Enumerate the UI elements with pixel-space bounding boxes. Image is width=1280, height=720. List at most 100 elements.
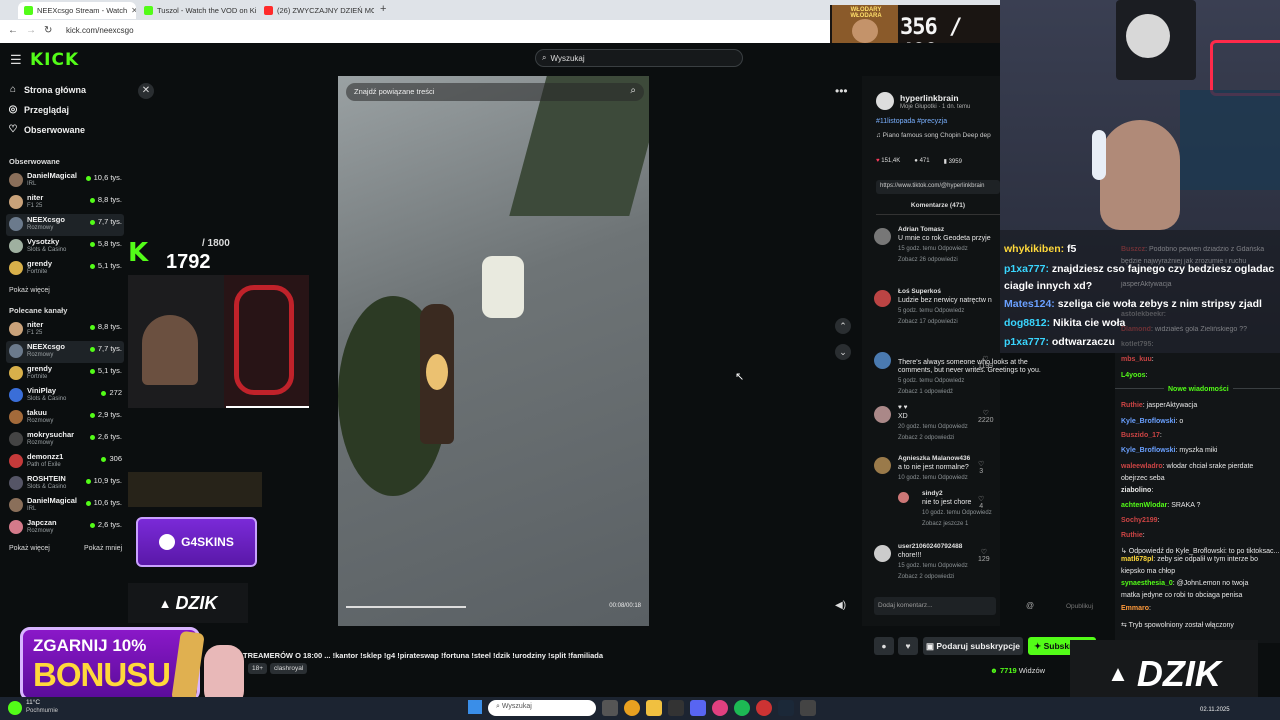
chrome-icon[interactable] [624,700,640,716]
obs-icon[interactable] [756,700,772,716]
chat-username[interactable]: Ruthie [1121,402,1143,409]
sidebar-channel-danielmagical[interactable]: DanielMagical IRL 10,6 tys. [6,495,124,517]
reload-icon[interactable]: ↻ [44,25,52,36]
menu-icon[interactable]: ☰ [10,52,22,68]
video-search-input[interactable]: Znajdź powiązane treści ⌕ [346,83,644,101]
chat-username[interactable]: Buszido_17 [1121,432,1160,439]
comment-input[interactable]: Dodaj komentarz... @ [874,597,1034,615]
windows-start-icon[interactable] [468,700,482,714]
chat-username[interactable]: astolekbeekr [1121,311,1164,318]
view-replies-link[interactable]: Zobacz 2 odpowiedzi [898,435,954,441]
sidebar-channel-neexcsgo[interactable]: NEEXcsgo Rozmowy 7,7 tys. [6,214,124,236]
discord-icon[interactable] [690,700,706,716]
sidebar-channel-takuu[interactable]: takuu Rozmowy 2,9 tys. [6,407,124,429]
sidebar-channel-japczan[interactable]: Japczan Rozmowy 2,6 tys. [6,517,124,539]
comment-item[interactable]: user21060240792488 chore!!! 15 godz. temu … [874,543,999,583]
chat-username[interactable]: ziabolino [1121,487,1151,494]
taskbar-search[interactable]: ⌕ Wyszukaj [488,700,596,716]
chevron-down-icon[interactable]: ⌄ [835,344,851,360]
view-replies-link[interactable]: Zobacz 17 odpowiedzi [898,319,958,325]
sidebar-channel-viniplay[interactable]: ViniPlay Slots & Casino 272 [6,385,124,407]
browser-tab-tuszol[interactable]: Tuszol - Watch the VOD on Kick ✕ [138,2,256,19]
task-view-icon[interactable] [602,700,618,716]
like-count[interactable]: ♡ 1199 [978,355,993,370]
new-tab-icon[interactable]: + [380,3,386,15]
chat-username[interactable]: synaesthesia_0 [1121,580,1173,587]
like-count[interactable]: ♡ 2220 [978,409,994,424]
kick-logo[interactable]: KICK [30,50,79,70]
sidebar-channel-niter[interactable]: niter F1 25 8,8 tys. [6,192,124,214]
sidebar-channel-roshtein[interactable]: ROSHTEIN Slots & Casino 10,9 tys. [6,473,124,495]
chat-username[interactable]: Buszcz [1121,246,1145,253]
like-count[interactable]: ♡ 4 [978,495,984,510]
comment-stat[interactable]: ● 471 [914,158,929,165]
chat-username[interactable]: Ruthie [1121,532,1143,539]
g4skins-banner[interactable]: G4SKINS [136,517,257,567]
like-stat[interactable]: ♥ 151,4K [876,158,900,165]
tags[interactable]: #11listopada #precyzja [876,118,947,125]
tag-category[interactable]: clashroyal [270,663,308,674]
sidebar-channel-grendy[interactable]: grendy Fortnite 5,1 tys. [6,258,124,280]
mention-icon[interactable]: @ [1026,601,1034,610]
app-icon[interactable] [800,700,816,716]
gift-subscription-button[interactable]: ▣ Podaruj subskrypcje [923,637,1023,655]
chat-username[interactable]: waleewladro [1121,463,1163,470]
chat-username[interactable]: matl678pl [1121,556,1153,563]
author-name[interactable]: hyperlinkbrain [900,93,959,103]
like-count[interactable]: ♡ 3 [978,460,984,475]
comment-item[interactable]: Łoś Superkoś Ludzie bez nerwicy natręctw … [874,288,999,328]
follow-button[interactable]: ♥ [898,637,918,655]
app-icon[interactable] [712,700,728,716]
terminal-icon[interactable] [668,700,684,716]
chat-username[interactable]: mbs_kuu [1121,356,1152,363]
save-stat[interactable]: ▮ 3959 [944,158,962,165]
view-replies-link[interactable]: Zobacz 26 odpowiedzi [898,257,958,263]
view-replies-link[interactable]: Zobacz 1 odpowiedź [898,389,953,395]
chat-username[interactable]: Kyle_Broflowski [1121,418,1175,425]
comment-item[interactable]: sindy2 nie to jest chore 10 godz. temu Odp… [898,490,1023,530]
comments-tab[interactable]: Komentarze (471) [876,202,1000,209]
chat-username[interactable]: achtenWlodar [1121,502,1167,509]
publish-button[interactable]: Opublikuj [1066,603,1093,610]
tag-18plus[interactable]: 18+ [248,663,268,674]
like-count[interactable]: ♡ 129 [978,548,990,563]
comment-item[interactable]: ♥ ♥ XD 20 godz. temu Odpowiedz Zobacz 2 odp… [874,404,999,444]
video-link[interactable]: https://www.tiktok.com/@hyperlinkbrain [876,180,1000,194]
more-options-icon[interactable]: ••• [835,84,848,98]
notification-button[interactable]: ● [874,637,894,655]
url-field[interactable]: kick.com/neexcsgo [66,26,134,35]
view-replies-link[interactable]: Zobacz 2 odpowiedzi [898,574,954,580]
search-input[interactable]: ⌕ Wyszukaj [535,49,743,67]
sidebar-channel-vysotzky[interactable]: Vysotzky Slots & Casino 5,8 tys. [6,236,124,258]
spotify-icon[interactable] [734,700,750,716]
chat-username[interactable]: Dlamond [1121,326,1151,333]
browser-tab-youtube[interactable]: (26) ZWYCZAJNY DZIEŃ MOJE ✕ [258,2,374,19]
comment-item[interactable]: There's always someone who looks at the c… [874,350,1041,395]
close-icon[interactable]: ✕ [131,6,136,15]
chat-username[interactable]: L4yoos [1121,372,1146,379]
browser-tab-neexcsgo[interactable]: NEEXcsgo Stream - Watch ✕ [18,2,136,19]
music-label[interactable]: ♫ Piano famous song Chopin Deep dep [876,132,991,139]
view-replies-link[interactable]: Zobacz jeszcze 1 [922,521,968,527]
tiktok-video[interactable]: Znajdź powiązane treści ⌕ 00:08/00:18 [338,76,649,626]
sidebar-channel-demonzz1[interactable]: demonzz1 Path of Exile 306 [6,451,124,473]
comment-item[interactable]: Agnieszka Malanow436 a to nie jest normal… [874,455,999,495]
weather-icon[interactable] [8,701,22,715]
chevron-up-icon[interactable]: ⌃ [835,318,851,334]
sidebar-channel-grendy[interactable]: grendy Fortnite 5,1 tys. [6,363,124,385]
steam-icon[interactable] [778,700,794,716]
chat-username[interactable]: kotlet795 [1121,341,1151,348]
sidebar-channel-mokrysuchar[interactable]: mokrysuchar Rozmowy 2,6 tys. [6,429,124,451]
back-icon[interactable]: ← [8,25,18,36]
volume-icon[interactable]: ◀) [835,600,846,611]
sidebar-channel-neexcsgo[interactable]: NEEXcsgo Rozmowy 7,7 tys. [6,341,124,363]
chat-username[interactable]: Sochy2199 [1121,517,1158,524]
sidebar-channel-niter[interactable]: niter F1 25 8,8 tys. [6,319,124,341]
close-icon[interactable]: ✕ [138,83,154,99]
folder-icon[interactable] [646,700,662,716]
chat-username[interactable]: Emmaro [1121,605,1149,612]
avatar[interactable] [876,92,894,110]
chat-username[interactable]: Kyle_Broflowski [1121,447,1175,454]
sidebar-channel-danielmagical[interactable]: DanielMagical IRL 10,6 tys. [6,170,124,192]
video-progress-bar[interactable] [346,606,466,608]
